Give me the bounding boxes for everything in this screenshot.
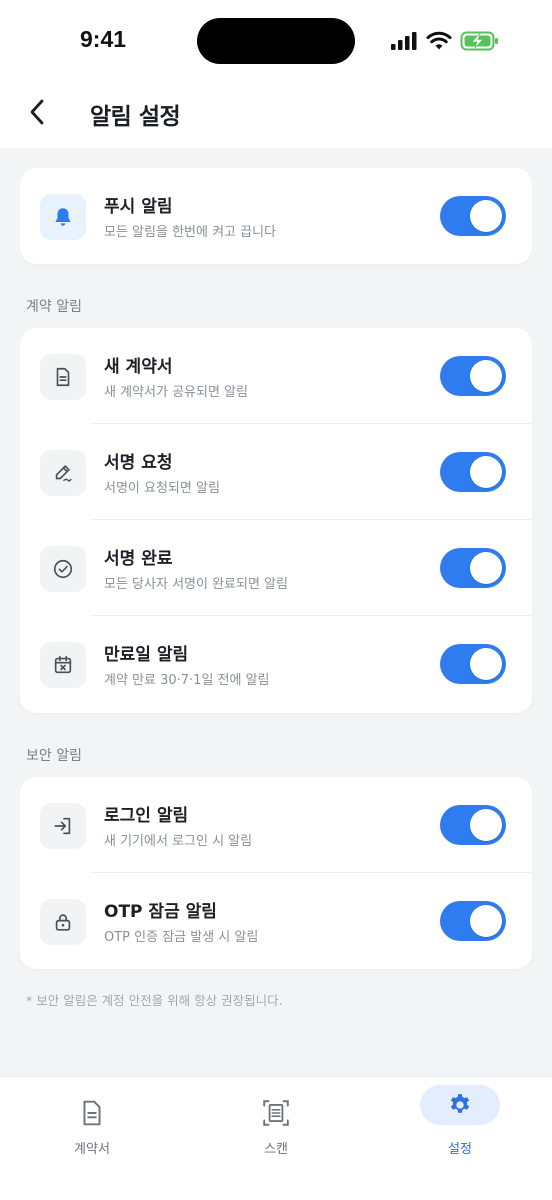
contract-item-desc: 서명이 요청되면 알림 xyxy=(104,481,220,496)
header: 알림 설정 xyxy=(0,80,552,148)
security-item-desc: 새 기기에서 로그인 시 알림 xyxy=(104,834,253,849)
login-alert-toggle[interactable] xyxy=(440,805,506,845)
tab-label: 스캔 xyxy=(264,1142,288,1157)
sign-request-toggle[interactable] xyxy=(440,452,506,492)
top-area: 9:41 알림 설정 xyxy=(0,0,552,148)
status-bar: 9:41 xyxy=(0,0,552,80)
tab-label: 설정 xyxy=(448,1142,472,1157)
security-card: 로그인 알림 새 기기에서 로그인 시 알림 OTP 잠금 알림 OTP 인증 … xyxy=(20,777,532,969)
tab-icon xyxy=(52,1093,132,1133)
document-icon xyxy=(56,367,70,387)
sign-complete-toggle[interactable] xyxy=(440,548,506,588)
lock-icon xyxy=(55,914,71,931)
contract-card: 새 계약서 새 계약서가 공유되면 알림 서명 요청 서명이 요청되면 알림 서… xyxy=(20,328,532,713)
battery-charging-icon xyxy=(460,31,498,51)
cellular-signal-icon xyxy=(391,32,417,50)
toggle-knob xyxy=(470,648,502,680)
contract-item-label: 만료일 알림 xyxy=(104,645,189,665)
push-card: 푸시 알림 모든 알림을 한번에 켜고 끕니다 xyxy=(20,168,532,264)
contract-item-sign-request: 서명 요청 서명이 요청되면 알림 xyxy=(20,424,532,520)
security-item-label: OTP 잠금 알림 xyxy=(104,902,217,922)
gear-icon xyxy=(450,1094,470,1113)
security-icon-box xyxy=(40,899,86,945)
contract-item-desc: 모든 당사자 서명이 완료되면 알림 xyxy=(104,577,288,592)
check-circle-icon xyxy=(53,559,73,579)
contract-icon-box xyxy=(40,546,86,592)
toggle-knob xyxy=(470,809,502,841)
status-time: 9:41 xyxy=(80,26,127,52)
dynamic-island xyxy=(197,18,355,64)
toggle-knob xyxy=(470,905,502,937)
push-icon-box xyxy=(40,194,86,240)
tab-scan[interactable]: 스캔 xyxy=(236,1085,316,1157)
contract-item-label: 서명 요청 xyxy=(104,453,173,473)
contract-item-desc: 계약 만료 30·7·1일 전에 알림 xyxy=(104,673,270,688)
toggle-knob xyxy=(470,360,502,392)
security-icon-box xyxy=(40,803,86,849)
wifi-icon xyxy=(426,31,452,50)
new-contract-toggle[interactable] xyxy=(440,356,506,396)
scan-icon xyxy=(263,1100,289,1126)
security-item-label: 로그인 알림 xyxy=(104,806,189,826)
security-item-login: 로그인 알림 새 기기에서 로그인 시 알림 xyxy=(20,777,532,873)
push-label: 푸시 알림 xyxy=(104,197,173,217)
security-footnote: * 보안 알림은 계정 안전을 위해 항상 권장됩니다. xyxy=(26,993,283,1008)
contract-section-title: 계약 알림 xyxy=(26,299,82,315)
chevron-left-icon xyxy=(30,99,44,125)
expiry-toggle[interactable] xyxy=(440,644,506,684)
tab-contracts[interactable]: 계약서 xyxy=(52,1085,132,1157)
contract-item-label: 서명 완료 xyxy=(104,549,173,569)
toggle-knob xyxy=(470,456,502,488)
tab-settings[interactable]: 설정 xyxy=(420,1085,500,1157)
security-item-otp: OTP 잠금 알림 OTP 인증 잠금 발생 시 알림 xyxy=(20,873,532,969)
contract-icon-box xyxy=(40,354,86,400)
toggle-knob xyxy=(470,200,502,232)
push-desc: 모든 알림을 한번에 켜고 끕니다 xyxy=(104,225,277,240)
otp-lock-toggle[interactable] xyxy=(440,901,506,941)
tab-label: 계약서 xyxy=(74,1142,110,1157)
contract-item-label: 새 계약서 xyxy=(104,357,173,377)
security-section-title: 보안 알림 xyxy=(26,748,82,764)
push-row: 푸시 알림 모든 알림을 한번에 켜고 끕니다 xyxy=(20,168,532,264)
tab-icon xyxy=(420,1085,500,1125)
contract-item-sign-complete: 서명 완료 모든 당사자 서명이 완료되면 알림 xyxy=(20,520,532,616)
contract-item-desc: 새 계약서가 공유되면 알림 xyxy=(104,385,248,400)
push-toggle[interactable] xyxy=(440,196,506,236)
tab-icon xyxy=(236,1093,316,1133)
contract-icon-box xyxy=(40,450,86,496)
status-icons xyxy=(390,28,500,54)
page-title: 알림 설정 xyxy=(90,104,181,130)
contract-item-new: 새 계약서 새 계약서가 공유되면 알림 xyxy=(20,328,532,424)
toggle-knob xyxy=(470,552,502,584)
contract-item-expiry: 만료일 알림 계약 만료 30·7·1일 전에 알림 xyxy=(20,616,532,712)
calendar-x-icon xyxy=(54,655,72,674)
document-icon xyxy=(83,1100,101,1126)
signature-icon xyxy=(55,465,72,482)
bell-icon xyxy=(55,208,71,226)
back-button[interactable] xyxy=(22,94,52,130)
contract-icon-box xyxy=(40,642,86,688)
tab-bar: 계약서 스캔 설정 xyxy=(0,1076,552,1200)
security-item-desc: OTP 인증 잠금 발생 시 알림 xyxy=(104,930,259,945)
login-icon xyxy=(54,817,71,835)
